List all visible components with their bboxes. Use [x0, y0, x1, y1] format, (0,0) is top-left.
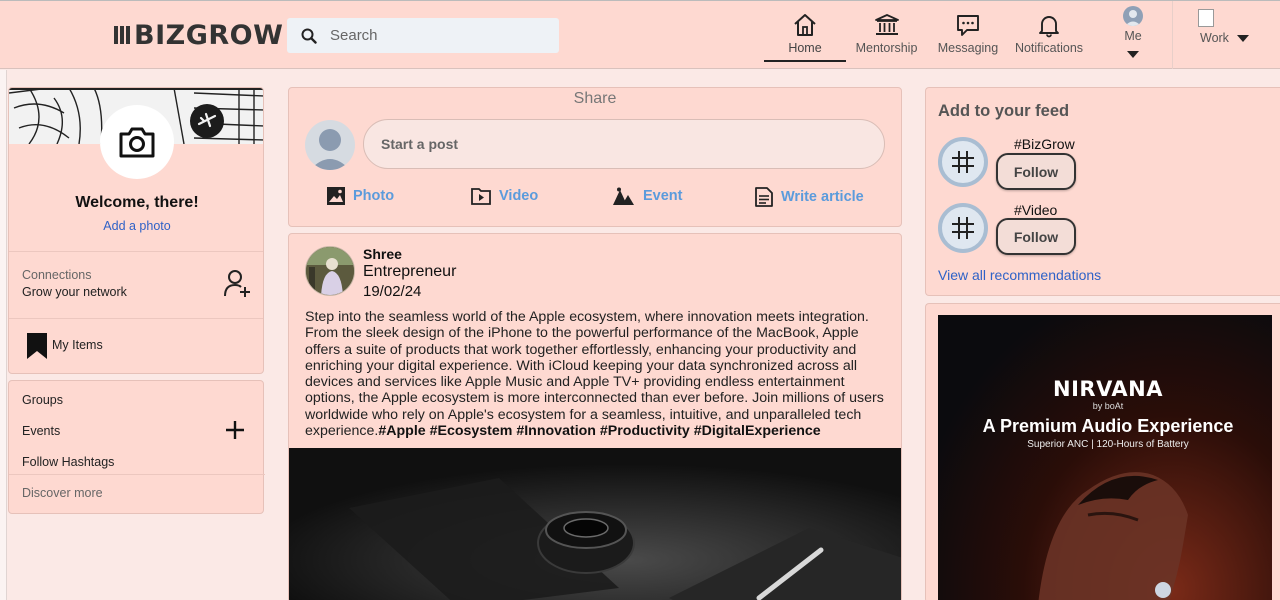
search-input[interactable] — [330, 27, 550, 44]
advertisement-card: NIRVANA by boAt A Premium Audio Experien… — [925, 303, 1280, 600]
search-icon — [301, 28, 317, 44]
nav-home[interactable]: Home — [764, 11, 846, 62]
nav-messaging[interactable]: Messaging — [927, 11, 1009, 55]
post-author-avatar[interactable] — [305, 246, 355, 296]
profile-card: Welcome, there! Add a photo Connections … — [8, 87, 264, 374]
messaging-icon — [957, 15, 979, 36]
video-label: Video — [499, 188, 539, 204]
hashtag-name[interactable]: #BizGrow — [1014, 136, 1075, 152]
bell-icon — [1039, 16, 1059, 38]
nav-me-menu[interactable]: Me — [1092, 6, 1174, 58]
video-button[interactable]: Video — [471, 187, 538, 205]
broken-image-icon — [1198, 9, 1214, 27]
me-avatar — [1123, 6, 1143, 26]
follow-button[interactable]: Follow — [996, 218, 1076, 255]
divider — [9, 474, 265, 475]
mentorship-icon — [874, 14, 899, 35]
photo-button[interactable]: Photo — [327, 187, 394, 205]
discover-more-link[interactable]: Discover more — [22, 486, 103, 500]
chevron-down-icon — [1127, 51, 1139, 58]
event-label: Event — [643, 188, 683, 204]
start-post-input[interactable]: Start a post — [363, 119, 885, 169]
event-button[interactable]: Event — [613, 187, 683, 205]
write-article-label: Write article — [781, 189, 864, 205]
add-to-feed-card: Add to your feed #BizGrow Follow #Video … — [925, 87, 1280, 296]
camera-icon — [119, 127, 155, 158]
nav-work-label: Work — [1200, 31, 1229, 45]
share-card: Share Start a post Photo Video Event Wri… — [288, 87, 902, 227]
article-icon — [755, 187, 773, 207]
community-links-card: Groups Events Follow Hashtags Discover m… — [8, 380, 265, 514]
post-image[interactable] — [289, 448, 901, 600]
add-photo-link[interactable]: Add a photo — [9, 219, 263, 233]
feed-title: Add to your feed — [938, 102, 1070, 120]
write-article-button[interactable]: Write article — [755, 187, 864, 207]
nav-notifications[interactable]: Notifications — [1008, 11, 1090, 55]
nav-home-label: Home — [788, 41, 822, 55]
top-nav-bar: BIZGROW Home Mentorship — [0, 0, 1280, 69]
events-link[interactable]: Events — [22, 424, 60, 438]
add-person-icon[interactable] — [224, 269, 252, 299]
connections-label[interactable]: Connections — [22, 268, 92, 282]
plus-icon[interactable] — [225, 420, 245, 440]
home-icon — [794, 14, 816, 36]
left-scroll-edge — [0, 70, 7, 600]
divider — [9, 318, 263, 319]
post-body-text: Step into the seamless world of the Appl… — [305, 309, 884, 440]
event-icon — [613, 187, 634, 205]
bizgrow-logo[interactable]: BIZGROW — [114, 19, 284, 51]
welcome-heading: Welcome, there! — [75, 194, 199, 211]
user-avatar — [305, 120, 355, 170]
grow-network-label[interactable]: Grow your network — [22, 285, 127, 299]
chevron-down-icon — [1236, 34, 1249, 42]
groups-link[interactable]: Groups — [22, 393, 63, 407]
post-date: 19/02/24 — [363, 283, 422, 300]
share-title: Share — [573, 90, 617, 107]
ad-banner[interactable]: NIRVANA by boAt A Premium Audio Experien… — [938, 315, 1272, 600]
nav-me-label: Me — [1124, 29, 1142, 43]
nav-divider — [1172, 1, 1173, 69]
follow-button[interactable]: Follow — [996, 153, 1076, 190]
post-text: Step into the seamless world of the Appl… — [305, 309, 887, 439]
nav-mentorship-label: Mentorship — [855, 41, 918, 55]
search-bar[interactable] — [287, 18, 559, 53]
nav-home-active-underline — [764, 60, 846, 62]
profile-photo-placeholder[interactable] — [100, 105, 174, 179]
bookmark-icon — [27, 333, 47, 359]
post-author-name[interactable]: Shree — [363, 246, 402, 262]
divider — [9, 251, 263, 252]
hashtag-name[interactable]: #Video — [1014, 202, 1057, 218]
hashtag-icon — [938, 137, 988, 187]
nav-mentorship[interactable]: Mentorship — [845, 11, 928, 55]
follow-hashtags-link[interactable]: Follow Hashtags — [22, 455, 114, 469]
feed-post: Shree Entrepreneur 19/02/24 Step into th… — [288, 233, 902, 600]
logo-text: BIZGROW — [134, 19, 284, 51]
image-icon — [327, 187, 345, 205]
video-icon — [471, 188, 491, 205]
nav-messaging-label: Messaging — [937, 41, 999, 55]
nav-work-menu[interactable]: Work — [1190, 9, 1260, 45]
nav-notifications-label: Notifications — [1014, 41, 1084, 55]
hashtag-icon — [938, 203, 988, 253]
logo-bars-icon — [114, 26, 130, 44]
photo-label: Photo — [353, 188, 395, 204]
post-author-role: Entrepreneur — [363, 263, 457, 280]
post-hashtags[interactable]: #Apple #Ecosystem #Innovation #Productiv… — [378, 423, 820, 439]
ad-model-image — [1038, 472, 1188, 600]
view-all-recommendations-link[interactable]: View all recommendations — [938, 267, 1101, 283]
my-items-link[interactable]: My Items — [52, 338, 103, 352]
